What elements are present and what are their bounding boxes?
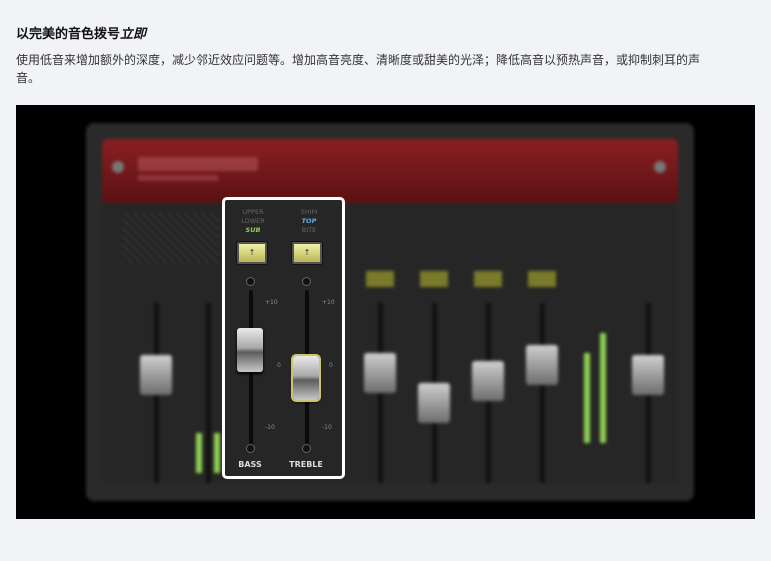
- treble-mode-button[interactable]: ↑: [292, 242, 322, 264]
- meter-level: [196, 433, 202, 473]
- product-image: UPPER LOWER SUB ↑ BASS +10 0 -10 +10 0 -…: [16, 105, 755, 519]
- arrow-up-icon: ↑: [248, 248, 256, 257]
- focus-fader: [522, 271, 562, 519]
- value-fader: [468, 271, 508, 519]
- treble-option-top[interactable]: TOP: [279, 217, 339, 226]
- fader-knob: [418, 383, 450, 423]
- bass-mode-labels: UPPER LOWER SUB: [223, 208, 283, 235]
- feature-title: 以完美的音色拨号立即: [16, 23, 146, 42]
- plugin-window: [86, 123, 694, 501]
- scale-zero: 0: [277, 362, 281, 369]
- treble-option-shim[interactable]: SHIM: [279, 208, 339, 217]
- bass-option-upper[interactable]: UPPER: [223, 208, 283, 217]
- mode-button: [474, 271, 502, 287]
- scale-minus10: -10: [265, 424, 275, 431]
- presence-fader: [360, 271, 400, 519]
- speaker-grille: [122, 213, 218, 263]
- header-screw-left-icon: [112, 161, 124, 173]
- input-fader: [136, 283, 176, 519]
- bass-option-sub[interactable]: SUB: [223, 226, 283, 235]
- bass-fader-knob[interactable]: [237, 328, 263, 372]
- meter-level: [214, 433, 220, 473]
- treble-screw-bottom-icon: [302, 444, 311, 453]
- output-meter: [576, 283, 616, 519]
- treble-mode-labels: SHIM TOP BITE: [279, 208, 339, 235]
- scale-plus10-right: +10: [322, 299, 335, 306]
- fader-knob: [526, 345, 558, 385]
- mode-button: [528, 271, 556, 287]
- treble-fader-knob[interactable]: [291, 354, 321, 402]
- plugin-header: [102, 139, 678, 203]
- feature-description: 使用低音来增加额外的深度，减少邻近效应问题等。增加高音亮度、清晰度或甜美的光泽；…: [16, 53, 701, 85]
- bass-treble-panel: UPPER LOWER SUB ↑ BASS +10 0 -10 +10 0 -…: [222, 197, 345, 479]
- scale-minus10-right: -10: [322, 424, 332, 431]
- arrow-up-icon: ↑: [303, 248, 311, 257]
- output-fader: [628, 283, 668, 519]
- meter-level: [584, 353, 590, 443]
- scale-plus10: +10: [265, 299, 278, 306]
- bass-screw-top-icon: [246, 277, 255, 286]
- mode-button: [420, 271, 448, 287]
- treble-label: TREBLE: [289, 460, 323, 469]
- bass-mode-button[interactable]: ↑: [237, 242, 267, 264]
- fader-knob: [472, 361, 504, 401]
- fader-knob: [140, 355, 172, 395]
- bass-option-lower[interactable]: LOWER: [223, 217, 283, 226]
- treble-screw-top-icon: [302, 277, 311, 286]
- treble-option-bite[interactable]: BITE: [279, 226, 339, 235]
- meter-level: [600, 333, 606, 443]
- header-screw-right-icon: [654, 161, 666, 173]
- mode-button: [366, 271, 394, 287]
- scale-zero-right: 0: [329, 362, 333, 369]
- plugin-logo: [138, 157, 258, 171]
- bass-screw-bottom-icon: [246, 444, 255, 453]
- fader-track: [540, 303, 545, 483]
- bass-label: BASS: [238, 460, 262, 469]
- feature-title-main: 以完美的音色拨号: [16, 27, 121, 42]
- fader-knob: [632, 355, 664, 395]
- fader-knob: [364, 353, 396, 393]
- feature-title-italic: 立即: [120, 27, 147, 42]
- plugin-body: [102, 203, 678, 483]
- enhance-fader: [414, 271, 454, 519]
- plugin-logo-sub: [138, 175, 218, 181]
- meter-track: [206, 303, 211, 483]
- fader-track: [378, 303, 383, 483]
